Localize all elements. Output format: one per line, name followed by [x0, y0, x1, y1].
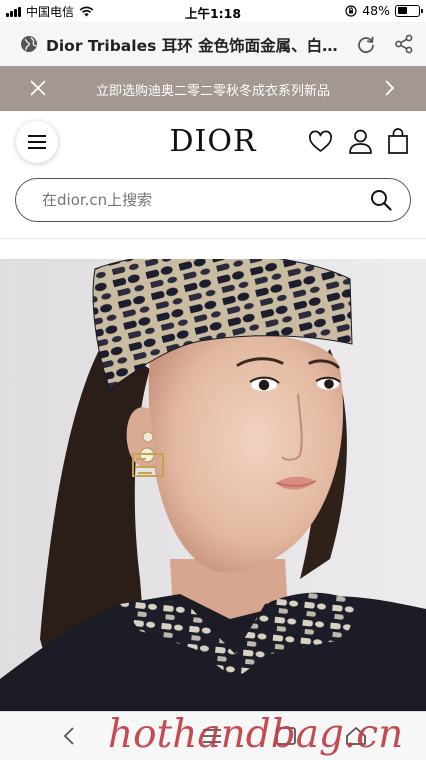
- status-bar: 中国电信 上午1:18 48%: [0, 0, 426, 22]
- battery-icon: [395, 4, 423, 17]
- back-icon[interactable]: [58, 724, 82, 748]
- reload-icon[interactable]: [356, 34, 376, 54]
- shopping-bag-icon[interactable]: [387, 128, 409, 155]
- promo-banner[interactable]: 立即选购迪奥二零二零秋冬成衣系列新品: [0, 66, 426, 111]
- browser-title-bar: Dior Tribales 耳环 金色饰面金属、白…: [0, 22, 426, 66]
- search-icon[interactable]: [370, 189, 392, 211]
- heart-icon[interactable]: [308, 130, 333, 154]
- promo-text[interactable]: 立即选购迪奥二零二零秋冬成衣系列新品: [60, 80, 366, 99]
- rotation-lock-icon: [345, 4, 357, 17]
- header-divider: [0, 238, 426, 239]
- hero-image[interactable]: [0, 259, 426, 711]
- model-photo: [0, 259, 426, 711]
- page-title: Dior Tribales 耳环 金色饰面金属、白…: [46, 37, 338, 55]
- close-icon[interactable]: [29, 79, 47, 97]
- share-icon[interactable]: [394, 34, 414, 54]
- status-right: 48%: [345, 3, 423, 18]
- globe-icon: [21, 36, 37, 52]
- user-icon[interactable]: [348, 128, 373, 155]
- search-input[interactable]: [42, 191, 342, 209]
- search-box[interactable]: [15, 178, 411, 222]
- battery-fill: [397, 7, 408, 14]
- watermark: hothandbag.cn: [108, 712, 404, 757]
- chevron-right-icon[interactable]: [381, 79, 397, 97]
- battery-percent: 48%: [362, 3, 390, 18]
